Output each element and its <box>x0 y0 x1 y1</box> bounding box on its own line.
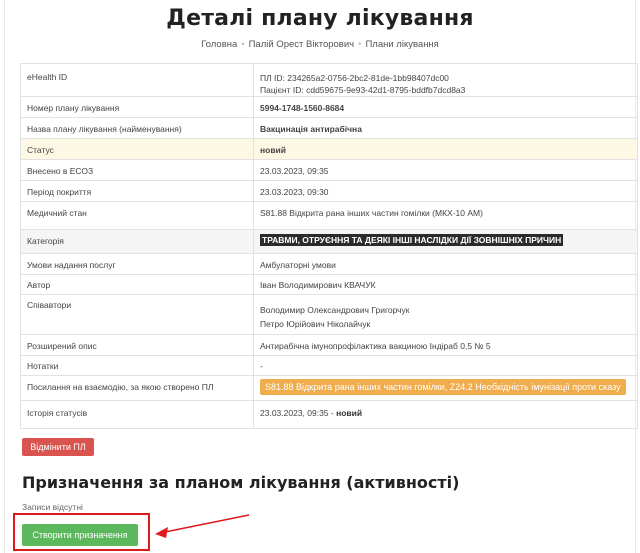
notes-value: - <box>253 355 638 376</box>
table-row: Внесено в ЕСОЗ 23.03.2023, 09:35 <box>20 159 638 181</box>
table-row: Назва плану лікування (найменування) Вак… <box>20 117 638 139</box>
condition-value: S81.88 Відкрита рана інших частин гомілк… <box>253 201 638 230</box>
table-row: Розширений опис Антирабічна імунопрофіла… <box>20 334 638 356</box>
cancel-plan-button[interactable]: Відмінити ПЛ <box>22 438 94 456</box>
description-value: Антирабічна імунопрофілактика вакциною І… <box>253 334 638 356</box>
breadcrumb-home[interactable]: Головна <box>201 39 237 50</box>
page-title: Деталі плану лікування <box>166 6 474 31</box>
category-value: ТРАВМИ, ОТРУЄННЯ ТА ДЕЯКІ ІНШІ НАСЛІДКИ … <box>260 234 564 246</box>
author-value: Іван Володимирович КВАЧУК <box>253 274 638 295</box>
activities-empty: Записи відсутні <box>22 502 83 512</box>
history-status: новий <box>336 408 363 418</box>
coauthors-value: Володимир Олександрович Григорчук Петро … <box>253 294 638 335</box>
coauthor-item: Петро Юрійович Ніколайчук <box>260 319 371 329</box>
terms-label: Умови надання послуг <box>20 253 254 275</box>
table-row: Умови надання послуг Амбулаторні умови <box>20 253 638 275</box>
table-row: Категорія ТРАВМИ, ОТРУЄННЯ ТА ДЕЯКІ ІНШІ… <box>20 229 638 254</box>
entered-label: Внесено в ЕСОЗ <box>20 159 254 181</box>
category-label: Категорія <box>20 229 254 254</box>
table-row: Історія статусів 23.03.2023, 09:35 - нов… <box>20 400 638 429</box>
period-value: 23.03.2023, 09:30 <box>253 180 638 202</box>
name-label: Назва плану лікування (найменування) <box>20 117 254 139</box>
ehealth-id-label: eHealth ID <box>20 63 254 97</box>
history-date: 23.03.2023, 09:35 - <box>260 408 334 418</box>
history-value: 23.03.2023, 09:35 - новий <box>253 400 638 429</box>
activities-title: Призначення за планом лікування (активно… <box>22 473 460 492</box>
coauthor-item: Володимир Олександрович Григорчук <box>260 305 410 315</box>
condition-label: Медичний стан <box>20 201 254 230</box>
breadcrumb: Головна • Палій Орест Вікторович • Плани лік… <box>0 39 640 50</box>
table-row: Автор Іван Володимирович КВАЧУК <box>20 274 638 295</box>
table-row: Номер плану лікування 5994-1748-1560-868… <box>20 96 638 118</box>
table-row: Статус новий <box>20 138 638 160</box>
table-row: Нотатки - <box>20 355 638 376</box>
number-label: Номер плану лікування <box>20 96 254 118</box>
plan-id: ПЛ ID: 234265a2-0756-2bc2-81de-1bb98407d… <box>260 73 449 83</box>
breadcrumb-plans[interactable]: Плани лікування <box>365 39 438 50</box>
encounter-label: Посилання на взаємодію, за якою створено… <box>20 375 254 401</box>
breadcrumb-separator: • <box>358 39 362 50</box>
notes-label: Нотатки <box>20 355 254 376</box>
table-row: Період покриття 23.03.2023, 09:30 <box>20 180 638 202</box>
terms-value: Амбулаторні умови <box>253 253 638 275</box>
breadcrumb-separator: • <box>241 39 245 50</box>
table-row: Медичний стан S81.88 Відкрита рана інших… <box>20 201 638 230</box>
table-row: Посилання на взаємодію, за якою створено… <box>20 375 638 401</box>
coauthors-label: Співавтори <box>20 294 254 335</box>
table-row: Співавтори Володимир Олександрович Григо… <box>20 294 638 335</box>
name-value: Вакцинація антирабічна <box>253 117 638 139</box>
ehealth-id-value: ПЛ ID: 234265a2-0756-2bc2-81de-1bb98407d… <box>253 63 638 97</box>
category-cell: ТРАВМИ, ОТРУЄННЯ ТА ДЕЯКІ ІНШІ НАСЛІДКИ … <box>253 229 638 254</box>
period-label: Період покриття <box>20 180 254 202</box>
create-activity-button[interactable]: Створити призначення <box>22 524 138 546</box>
status-value: новий <box>253 138 638 160</box>
number-value: 5994-1748-1560-8684 <box>253 96 638 118</box>
encounter-link[interactable]: S81.88 Відкрита рана інших частин гомілк… <box>260 379 626 395</box>
history-label: Історія статусів <box>20 400 254 429</box>
description-label: Розширений опис <box>20 334 254 356</box>
plan-details-table: eHealth ID ПЛ ID: 234265a2-0756-2bc2-81d… <box>20 63 638 429</box>
encounter-cell: S81.88 Відкрита рана інших частин гомілк… <box>253 375 638 401</box>
patient-id: Пацієнт ID: cdd59675-9e93-42d1-8795-bddf… <box>260 85 466 95</box>
status-label: Статус <box>20 138 254 160</box>
table-row: eHealth ID ПЛ ID: 234265a2-0756-2bc2-81d… <box>20 63 638 97</box>
entered-value: 23.03.2023, 09:35 <box>253 159 638 181</box>
author-label: Автор <box>20 274 254 295</box>
breadcrumb-patient[interactable]: Палій Орест Вікторович <box>249 39 355 50</box>
